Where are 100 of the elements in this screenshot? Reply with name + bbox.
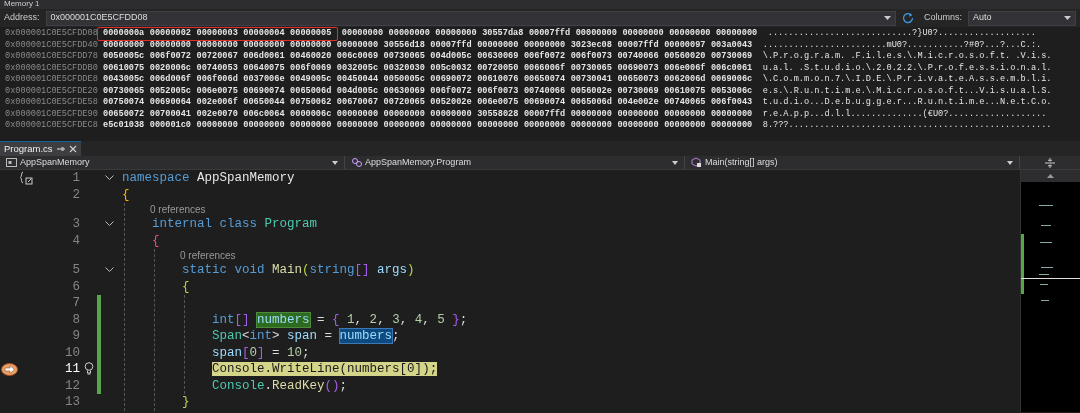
memory-value: 00000000	[383, 120, 425, 132]
memory-value: 00000000	[664, 108, 706, 120]
memory-value: 00000000	[710, 108, 753, 120]
memory-value: 00007ffd	[430, 39, 472, 51]
memory-value: 00560020	[664, 51, 706, 63]
code-line: }	[182, 394, 190, 411]
memory-value: 00000000	[336, 39, 379, 51]
memory-value: 00000000	[430, 108, 472, 120]
memory-value: 00000000	[435, 28, 477, 40]
code-line: {	[182, 278, 190, 295]
memory-value: 00730069	[710, 51, 753, 63]
memory-value: 006c0069	[336, 51, 379, 63]
refresh-icon[interactable]	[902, 12, 914, 24]
reference-count[interactable]: 0 references	[150, 203, 206, 216]
memory-value: 0050005c	[383, 74, 425, 86]
memory-address: 0x000001C0E5CFDD08	[4, 28, 99, 40]
memory-value: 00000000	[664, 120, 706, 132]
code-line: internal class Program	[152, 216, 318, 233]
memory-value: 00000097	[664, 39, 706, 51]
line-number: 7	[71, 295, 80, 312]
memory-value: 00730065	[383, 51, 425, 63]
collapse-chevron-icon[interactable]	[105, 220, 114, 227]
line-number: 6	[71, 278, 80, 295]
memory-value: e5c01038	[103, 120, 145, 132]
memory-value: 00000000	[383, 108, 425, 120]
memory-value: 0037006e	[243, 74, 285, 86]
memory-address: 0x000001C0E5CFDD78	[4, 51, 99, 63]
memory-value: 00730041	[570, 74, 612, 86]
memory-value: 00730065	[570, 62, 612, 74]
memory-value: 0066006f	[523, 62, 566, 74]
line-number: 5	[71, 262, 80, 279]
memory-value: 00000004	[243, 28, 285, 40]
navigation-dropdown[interactable]: AppSpanMemory.Program	[345, 156, 685, 169]
memory-address: 0x000001C0E5CFDE20	[4, 85, 99, 97]
memory-value: 0050005c	[103, 51, 145, 63]
memory-value: 00460020	[290, 51, 332, 63]
reference-count[interactable]: 0 references	[180, 249, 236, 262]
columns-dropdown[interactable]: Auto	[968, 10, 1076, 26]
split-icon[interactable]	[1045, 157, 1055, 168]
navigation-dropdown[interactable]: Main(string[] args)	[685, 156, 1020, 169]
memory-value: 00000005	[290, 28, 332, 40]
memory-address: 0x000001C0E5CFDE90	[4, 108, 99, 120]
memory-value: 00750062	[290, 97, 332, 109]
memory-value: 006f0073	[477, 85, 519, 97]
memory-value: 006d006f	[149, 74, 192, 86]
code-line: {	[152, 232, 160, 249]
collapse-chevron-icon[interactable]	[105, 266, 114, 273]
memory-value: 0000006c	[290, 108, 332, 120]
collapse-chevron-icon[interactable]	[105, 174, 114, 181]
line-number: 4	[71, 232, 80, 249]
memory-value: 00007ffd	[617, 39, 659, 51]
memory-value: 00000000	[710, 120, 753, 132]
memory-address: 0x000001C0E5CFDE58	[4, 97, 99, 109]
memory-value: 00720050	[477, 62, 519, 74]
memory-value: 00450044	[336, 74, 379, 86]
memory-value: 00690064	[149, 97, 192, 109]
memory-value: 00690072	[430, 74, 472, 86]
code-line: span[0] = 10;	[212, 344, 310, 361]
memory-value: 00700041	[149, 108, 192, 120]
memory-value: 002e0070	[196, 108, 238, 120]
memory-value: 00000000	[523, 39, 566, 51]
memory-value: 000001c0	[149, 120, 192, 132]
columns-label: Columns:	[924, 11, 962, 25]
memory-address: 0x000001C0E5CFDDE8	[4, 74, 99, 86]
memory-value: 00000000	[243, 39, 285, 51]
address-field[interactable]: 0x000001C0E5CFDD08	[45, 10, 896, 26]
memory-value: 00750074	[103, 97, 145, 109]
memory-value: 00000000	[336, 108, 379, 120]
memory-value: 002e006f	[196, 97, 238, 109]
memory-value: 00000002	[149, 28, 192, 40]
memory-ascii: 8.???...................................................	[762, 120, 1052, 132]
memory-value: 00000000	[341, 28, 384, 40]
line-number: 12	[64, 377, 80, 394]
memory-value: 0052005c	[149, 85, 192, 97]
line-number: 9	[71, 328, 80, 345]
line-number: 13	[64, 394, 80, 411]
caret-icon	[1007, 160, 1013, 165]
memory-value: 0032005c	[336, 62, 379, 74]
memory-value: 004e002e	[617, 97, 659, 109]
memory-value: 00000000	[196, 39, 238, 51]
memory-value: 006d0061	[243, 51, 285, 63]
minimap-drawing[interactable]	[1020, 170, 1080, 412]
memory-ascii: ........................mU0?...........?#0?...?...C.:.	[762, 39, 1042, 51]
memory-value: 00000000	[617, 120, 659, 132]
memory-value: 00000000	[290, 39, 332, 51]
memory-address: 0x000001C0E5CFDD40	[4, 39, 99, 51]
code-line: Console.ReadKey();	[212, 377, 348, 394]
memory-value: 00740053	[196, 62, 238, 74]
code-line: Span<int> span = numbers;	[212, 328, 400, 345]
class-icon	[351, 157, 362, 168]
memory-value: 006c0061	[710, 62, 753, 74]
pin-icon[interactable]	[56, 145, 65, 153]
file-tab[interactable]: Program.cs	[0, 141, 81, 156]
lightbulb-icon[interactable]	[84, 362, 94, 376]
memory-value: 00640075	[243, 62, 285, 74]
memory-value: 00320030	[383, 62, 425, 74]
memory-value: 00000000	[622, 28, 664, 40]
memory-value: 00740066	[617, 51, 659, 63]
navigation-dropdown[interactable]: AppSpanMemory	[0, 156, 345, 169]
close-icon[interactable]	[68, 145, 77, 153]
